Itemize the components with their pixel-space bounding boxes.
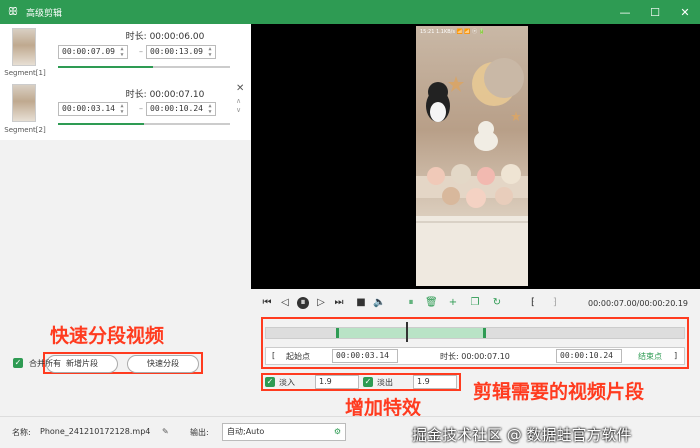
segment-start-input[interactable]: 00:00:07.09 ▲ ▼	[58, 45, 128, 59]
segment-item[interactable]: Segment[1] 时长: 00:00:06.00 00:00:07.09 ▲ ▼…	[0, 24, 251, 81]
fade-out-input[interactable]: 1.9	[413, 375, 457, 389]
segment-name: Segment[2]	[4, 126, 46, 134]
segment-duration: 时长: 00:00:06.00	[125, 32, 205, 42]
time-display: 00:00:07.00/00:00:20.19	[588, 299, 688, 308]
step-forward-icon[interactable]: ▷	[315, 297, 327, 309]
end-time-input[interactable]: 00:00:10.24	[556, 349, 622, 363]
delete-icon[interactable]: 🗑	[425, 297, 438, 309]
add-icon[interactable]: +	[447, 297, 459, 309]
merge-all-label: 合并所有	[29, 359, 61, 368]
end-point-label[interactable]: 结束点	[638, 351, 662, 362]
video-preview[interactable]: 15:21 1.1KB/s 📶 📶 ⓔ 🔋	[251, 24, 700, 289]
start-time-input[interactable]: 00:00:03.14	[332, 349, 398, 363]
quick-split-button[interactable]: 快速分段	[127, 355, 199, 373]
edit-icon[interactable]: ✎	[162, 427, 169, 436]
window-controls: — ☐ ✕	[610, 0, 700, 24]
mark-in-icon[interactable]: ⁅	[527, 297, 539, 309]
fade-in-checkbox[interactable]: ✓	[265, 377, 275, 387]
skip-end-icon[interactable]: ⏭	[333, 297, 345, 309]
file-name: Phone_241210172128.mp4	[40, 427, 151, 436]
segment-name: Segment[1]	[4, 69, 46, 77]
range-dash: –	[139, 47, 143, 56]
segment-progress	[58, 66, 230, 68]
segment-progress-fill	[58, 123, 144, 125]
segment-end-input[interactable]: 00:00:10.24 ▲ ▼	[146, 102, 216, 116]
stop-icon[interactable]: ■	[355, 297, 367, 309]
copy-icon[interactable]: ❐	[469, 297, 481, 309]
fade-out-checkbox[interactable]: ✓	[363, 377, 373, 387]
annotation-clip-needed: 剪辑需要的视频片段	[473, 381, 645, 403]
minimize-icon[interactable]: —	[610, 0, 640, 24]
app-logo-icon: ꕥ	[7, 5, 19, 18]
segment-progress	[58, 123, 230, 125]
phone-status-bar: 15:21 1.1KB/s 📶 📶 ⓔ 🔋	[420, 29, 485, 35]
close-icon[interactable]: ✕	[670, 0, 700, 24]
segment-start-input[interactable]: 00:00:03.14 ▲ ▼	[58, 102, 128, 116]
segment-item[interactable]: Segment[2] 时长: 00:00:07.10 00:00:03.14 ▲ ▼…	[0, 82, 251, 139]
name-label: 名称:	[12, 428, 31, 437]
move-down-icon[interactable]: ∨	[236, 106, 241, 114]
segment-list: Segment[1] 时长: 00:00:06.00 00:00:07.09 ▲ ▼…	[0, 24, 251, 140]
fade-in-label: 淡入	[279, 378, 295, 387]
video-frame: 15:21 1.1KB/s 📶 📶 ⓔ 🔋	[416, 26, 528, 286]
annotation-quick-split: 快速分段视频	[50, 325, 165, 347]
segment-panel: Segment[1] 时长: 00:00:06.00 00:00:07.09 ▲ ▼…	[0, 24, 251, 416]
segment-thumbnail	[12, 84, 36, 122]
volume-icon[interactable]: 🔈	[373, 297, 385, 309]
range-row: [ 起始点 00:00:03.14 时长: 00:00:07.10 00:00:…	[265, 347, 685, 365]
remove-segment-icon[interactable]: ✕	[236, 83, 244, 94]
segment-thumbnail	[12, 28, 36, 66]
segment-progress-fill	[58, 66, 153, 68]
window-title: 高级剪辑	[26, 8, 63, 19]
fade-in-input[interactable]: 1.9	[315, 375, 359, 389]
end-bracket: ]	[674, 351, 678, 360]
start-point-label[interactable]: 起始点	[286, 351, 310, 362]
watermark: 掘金技术社区 @ 数据蛙官方软件	[412, 426, 632, 444]
merge-all-checkbox[interactable]: ✓	[13, 358, 23, 368]
range-dash: –	[139, 104, 143, 113]
move-up-icon[interactable]: ∧	[236, 97, 241, 105]
playhead[interactable]	[406, 322, 408, 342]
fade-out-label: 淡出	[377, 378, 393, 387]
timeline-track[interactable]	[265, 322, 685, 342]
output-select[interactable]: 自动;Auto ⚙	[222, 423, 346, 441]
timeline-selection[interactable]	[336, 328, 486, 338]
settings-gear-icon[interactable]: ⚙	[334, 424, 341, 440]
range-duration: 时长: 00:00:07.10	[440, 352, 510, 361]
skip-start-icon[interactable]: ⏮	[261, 297, 273, 309]
pause-icon[interactable]: ⏸	[297, 297, 309, 309]
maximize-icon[interactable]: ☐	[640, 0, 670, 24]
output-label: 输出:	[190, 428, 209, 437]
segment-duration: 时长: 00:00:07.10	[125, 90, 205, 100]
start-bracket: [	[272, 351, 276, 360]
video-scene	[416, 58, 528, 286]
segment-end-input[interactable]: 00:00:13.09 ▲ ▼	[146, 45, 216, 59]
bottom-bar: 名称: Phone_241210172128.mp4 ✎ 输出: 自动;Auto…	[0, 416, 700, 448]
step-back-icon[interactable]: ◁	[279, 297, 291, 309]
split-icon[interactable]: ⏸	[405, 297, 417, 309]
reset-icon[interactable]: ↻	[491, 297, 503, 309]
mark-out-icon[interactable]: ⁆	[549, 297, 561, 309]
playback-controls: ⏮ ◁ ⏸ ▷ ⏭ ■ 🔈 ⏸ 🗑 + ❐ ↻ ⁅ ⁆ 00:00:07.00/…	[251, 289, 700, 419]
title-bar: ꕥ 高级剪辑 — ☐ ✕	[0, 0, 700, 24]
